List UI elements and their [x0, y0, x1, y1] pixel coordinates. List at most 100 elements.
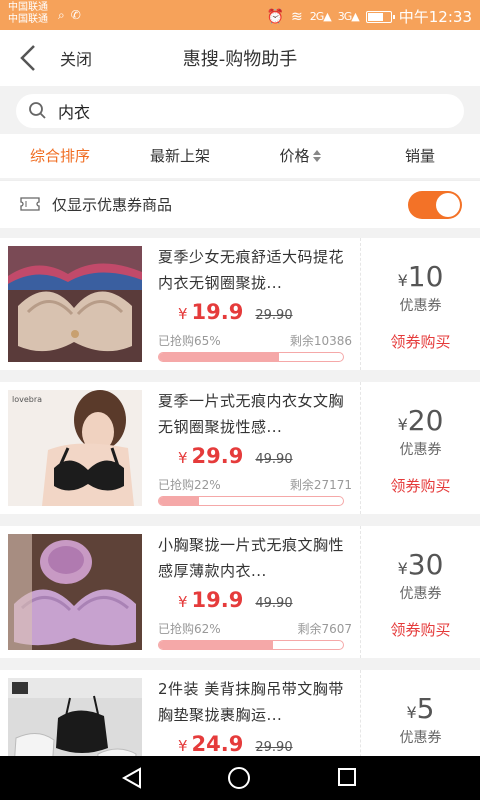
sort-bar: 综合排序 最新上架 价格 销量 [0, 134, 480, 178]
original-price: 49.90 [255, 596, 293, 611]
sort-arrows-icon [312, 149, 321, 162]
search-icon [29, 102, 46, 119]
nav-recent-apps-icon[interactable] [338, 768, 356, 786]
stock-row: 已抢购65% 剩余10386 [158, 332, 352, 349]
app-header: 关闭 惠搜-购物助手 [0, 30, 480, 86]
product-price: 29.9 [191, 444, 244, 468]
carrier-info: 中国联通 中国联通 [8, 2, 48, 26]
stock-row: 已抢购62% 剩余7607 [158, 620, 352, 637]
product-title[interactable]: 夏季一片式无痕内衣女文胸无钢圈聚拢性感... [158, 388, 352, 440]
currency-symbol: ¥ [178, 449, 188, 467]
sold-progress-fill [159, 641, 274, 649]
notification-icons: ⌕ ✆ [58, 8, 81, 23]
coupon-panel: ¥30 优惠券 领券购买 [360, 526, 480, 658]
nav-home-icon[interactable] [228, 767, 250, 789]
coupon-only-toggle[interactable] [408, 191, 462, 219]
coupon-currency: ¥ [406, 703, 417, 722]
coupon-currency: ¥ [397, 559, 408, 578]
product-info: 小胸聚拢一片式无痕文胸性感厚薄款内衣... ¥ 19.9 49.90 已抢购62… [158, 532, 352, 650]
coupon-panel: ¥20 优惠券 领券购买 [360, 382, 480, 514]
tab-sales[interactable]: 销量 [360, 134, 480, 178]
currency-symbol: ¥ [178, 305, 188, 323]
product-image[interactable] [8, 534, 142, 650]
product-price: 19.9 [191, 300, 244, 324]
tab-label: 最新上架 [149, 147, 210, 165]
ticket-icon [20, 197, 40, 211]
get-coupon-buy-button[interactable]: 领券购买 [361, 331, 480, 352]
coupon-label: 优惠券 [399, 586, 442, 602]
product-image[interactable] [8, 246, 142, 362]
toggle-knob [436, 193, 460, 217]
battery-level [367, 12, 383, 21]
currency-symbol: ¥ [178, 737, 188, 755]
product-title[interactable]: 夏季少女无痕舒适大码提花内衣无钢圈聚拢... [158, 244, 352, 296]
sold-progress-bar [158, 352, 344, 362]
product-price: 19.9 [191, 588, 244, 612]
coupon-amount: ¥10 [361, 260, 480, 293]
product-info: 2件装 美背抹胸吊带文胸带胸垫聚拢裹胸运... ¥ 24.9 29.90 [158, 676, 352, 762]
sold-progress-fill [159, 353, 279, 361]
coupon-currency: ¥ [397, 271, 408, 290]
coupon-amount: ¥30 [361, 548, 480, 581]
signal-2-icon: 3G▲ [337, 10, 360, 23]
tab-comprehensive[interactable]: 综合排序 [0, 134, 120, 178]
wechat-icon: ✆ [70, 8, 81, 22]
nav-back-icon[interactable] [120, 767, 144, 789]
product-title[interactable]: 2件装 美背抹胸吊带文胸带胸垫聚拢裹胸运... [158, 676, 352, 728]
coupon-filter: 仅显示优惠券商品 [0, 180, 480, 228]
alarm-icon: ⏰ [266, 8, 285, 25]
product-card[interactable]: lovebra 夏季一片式无痕内衣女文胸无钢圈聚拢性感... ¥ 29.9 49… [0, 382, 480, 514]
get-coupon-buy-button[interactable]: 领券购买 [361, 619, 480, 640]
tab-price[interactable]: 价格 [240, 134, 360, 178]
coupon-amount: ¥5 [361, 692, 480, 725]
product-info: 夏季一片式无痕内衣女文胸无钢圈聚拢性感... ¥ 29.9 49.90 已抢购2… [158, 388, 352, 506]
carrier-2: 中国联通 [8, 14, 48, 25]
sold-progress-fill [159, 497, 200, 505]
search-box[interactable] [16, 94, 464, 128]
coupon-label: 优惠券 [399, 442, 442, 458]
price-row: ¥ 29.9 49.90 [158, 444, 352, 474]
sold-progress-bar [158, 496, 344, 506]
product-info: 夏季少女无痕舒适大码提花内衣无钢圈聚拢... ¥ 19.9 29.90 已抢购6… [158, 244, 352, 362]
search-area [0, 86, 480, 134]
search-input[interactable] [58, 99, 438, 123]
sold-percent: 已抢购22% [158, 478, 221, 492]
tab-label: 销量 [404, 147, 435, 165]
coupon-value: 30 [407, 548, 444, 581]
svg-text:lovebra: lovebra [12, 395, 42, 404]
price-row: ¥ 19.9 29.90 [158, 300, 352, 330]
remaining-count: 剩余27171 [289, 478, 352, 492]
page-title: 惠搜-购物助手 [182, 49, 298, 70]
product-card[interactable]: 夏季少女无痕舒适大码提花内衣无钢圈聚拢... ¥ 19.9 29.90 已抢购6… [0, 238, 480, 370]
filter-label: 仅显示优惠券商品 [52, 196, 173, 214]
product-card[interactable]: 小胸聚拢一片式无痕文胸性感厚薄款内衣... ¥ 19.9 49.90 已抢购62… [0, 526, 480, 658]
status-right: ⏰ ≋ 2G▲ 3G▲ 中午12:33 [267, 6, 472, 27]
carrier-1: 中国联通 [8, 2, 48, 13]
coupon-value: 20 [407, 404, 444, 437]
remaining-count: 剩余10386 [289, 334, 352, 348]
remaining-count: 剩余7607 [297, 622, 352, 636]
currency-symbol: ¥ [178, 593, 188, 611]
coupon-label: 优惠券 [399, 298, 442, 314]
coupon-value: 10 [407, 260, 444, 293]
coupon-label: 优惠券 [399, 730, 442, 746]
tab-label: 综合排序 [29, 147, 90, 165]
sold-percent: 已抢购62% [158, 622, 221, 636]
product-price: 24.9 [191, 732, 244, 756]
original-price: 29.90 [255, 740, 293, 755]
stock-row: 已抢购22% 剩余27171 [158, 476, 352, 493]
coupon-amount: ¥20 [361, 404, 480, 437]
product-image[interactable]: lovebra [8, 390, 142, 506]
original-price: 49.90 [255, 452, 293, 467]
coupon-currency: ¥ [397, 415, 408, 434]
search-notification-icon: ⌕ [58, 8, 65, 22]
tab-newest[interactable]: 最新上架 [120, 134, 240, 178]
wifi-icon: ≋ [291, 8, 303, 25]
get-coupon-buy-button[interactable]: 领券购买 [361, 475, 480, 496]
battery-icon [365, 10, 395, 23]
product-title[interactable]: 小胸聚拢一片式无痕文胸性感厚薄款内衣... [158, 532, 352, 584]
status-bar: 中国联通 中国联通 ⌕ ✆ ⏰ ≋ 2G▲ 3G▲ 中午12:33 [0, 0, 480, 30]
coupon-value: 5 [416, 692, 435, 725]
sold-percent: 已抢购65% [158, 334, 221, 348]
tab-label: 价格 [279, 147, 310, 165]
